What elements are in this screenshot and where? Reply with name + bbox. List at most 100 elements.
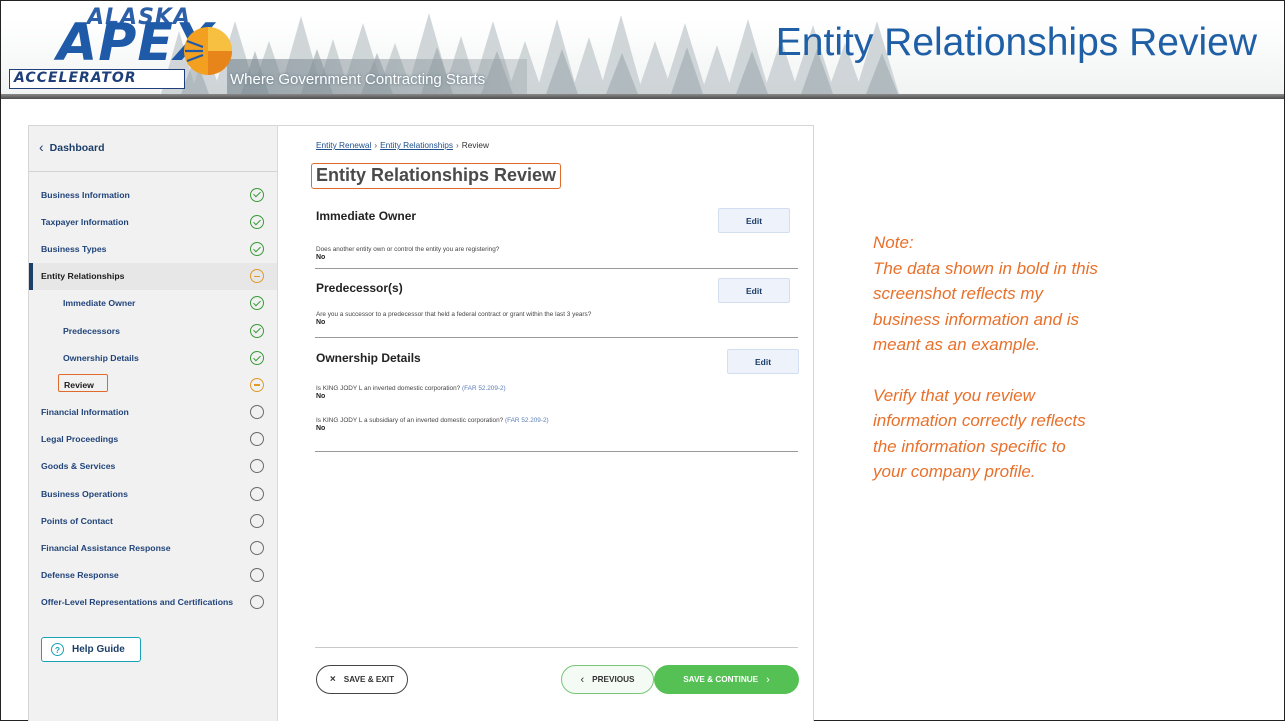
close-icon: × — [329, 674, 336, 685]
complete-check-icon — [250, 187, 264, 202]
breadcrumb: Entity Renewal › Entity Relationships › Revi… — [316, 140, 489, 150]
chevron-left-icon: ‹ — [39, 139, 44, 155]
edit-ownership-details-button[interactable]: Edit — [727, 349, 799, 374]
not-started-circle-icon — [250, 405, 264, 420]
section-heading-ownership-details: Ownership Details — [316, 351, 421, 365]
note-line: meant as an example. — [873, 335, 1041, 354]
section-heading-immediate-owner: Immediate Owner — [316, 209, 417, 223]
note-line: the information specific to — [873, 436, 1066, 456]
help-guide-button[interactable]: ? Help Guide — [41, 637, 141, 662]
sidebar-item-label: Business Types — [41, 243, 107, 254]
sidebar-item-business-types[interactable]: Business Types — [29, 235, 277, 262]
chevron-right-icon: › — [766, 673, 770, 686]
sidebar-item-label: Review — [64, 379, 94, 390]
edit-predecessors-button[interactable]: Edit — [718, 278, 790, 303]
section-divider — [315, 268, 798, 269]
question-text: Does another entity own or control the e… — [316, 246, 500, 253]
not-started-circle-icon — [250, 432, 264, 447]
answer-value: No — [316, 393, 326, 400]
breadcrumb-entity-relationships[interactable]: Entity Relationships — [380, 140, 453, 150]
note-spacer — [873, 358, 1253, 383]
note-line: Note: — [873, 233, 914, 252]
sidebar-item-financial-information[interactable]: Financial Information — [29, 399, 277, 426]
note-line: Verify that you review — [873, 385, 1035, 405]
save-exit-button[interactable]: × SAVE & EXIT — [316, 665, 408, 694]
sidebar-item-business-operations[interactable]: Business Operations — [29, 480, 277, 507]
complete-check-icon — [250, 214, 264, 229]
sidebar-item-points-of-contact[interactable]: Points of Contact — [29, 507, 277, 534]
slide: ALASKA APEX ACCELERATOR Where Government… — [0, 0, 1285, 721]
note-line: your company profile. — [873, 462, 1036, 481]
question-label: Is KING JODY L an inverted domestic corp… — [316, 385, 461, 392]
far-reference-link[interactable]: (FAR 52.209-2) — [505, 417, 549, 424]
edit-immediate-owner-button[interactable]: Edit — [718, 208, 790, 233]
not-started-circle-icon — [250, 595, 264, 610]
help-guide-label: Help Guide — [72, 644, 125, 655]
sidebar-item-label: Offer-Level Representations and Certific… — [41, 597, 234, 608]
in-progress-icon — [250, 377, 264, 392]
sidebar-subitem-predecessors[interactable]: Predecessors — [29, 317, 277, 344]
section-divider — [315, 337, 798, 338]
section-heading-predecessors: Predecessor(s) — [316, 281, 403, 295]
sidebar-item-label: Defense Response — [41, 570, 119, 581]
sidebar-item-entity-relationships[interactable]: Entity Relationships — [29, 262, 277, 290]
sam-registration-screenshot: ‹ Dashboard Business Information Taxpayer… — [28, 125, 814, 721]
far-reference-link[interactable]: (FAR 52.209-2) — [462, 385, 506, 392]
sidebar-item-offer-level-reps-certs[interactable]: Offer-Level Representations and Certific… — [29, 589, 277, 616]
note-line: screenshot reflects my — [873, 284, 1044, 303]
not-started-circle-icon — [250, 459, 264, 474]
chevron-left-icon: ‹ — [580, 673, 585, 686]
dashboard-label: Dashboard — [49, 142, 105, 154]
logo-accelerator-text: ACCELERATOR — [9, 69, 185, 89]
sidebar: ‹ Dashboard Business Information Taxpayer… — [29, 126, 278, 721]
not-started-circle-icon — [250, 541, 264, 556]
question-circle-icon: ? — [51, 643, 64, 656]
sidebar-subitem-ownership-details[interactable]: Ownership Details — [29, 344, 277, 371]
sidebar-nav: Business Information Taxpayer Informatio… — [29, 181, 277, 616]
question-text: Are you a successor to a predecessor tha… — [316, 311, 592, 318]
breadcrumb-entity-renewal[interactable]: Entity Renewal — [316, 140, 371, 150]
save-exit-label: SAVE & EXIT — [343, 675, 395, 684]
complete-check-icon — [250, 241, 264, 256]
sidebar-subitem-immediate-owner[interactable]: Immediate Owner — [29, 290, 277, 317]
note-line: business information and is — [873, 309, 1080, 329]
sidebar-item-label: Predecessors — [63, 325, 120, 336]
sidebar-item-label: Immediate Owner — [63, 298, 136, 309]
sidebar-item-label: Ownership Details — [63, 352, 139, 363]
sidebar-subitem-review[interactable]: Review — [29, 371, 277, 398]
previous-label: PREVIOUS — [592, 675, 635, 684]
not-started-circle-icon — [250, 513, 264, 528]
sidebar-item-label: Legal Proceedings — [41, 434, 119, 445]
main-panel: Entity Renewal › Entity Relationships › Revi… — [311, 126, 799, 721]
sidebar-item-label: Taxpayer Information — [41, 216, 129, 227]
not-started-circle-icon — [250, 568, 264, 583]
not-started-circle-icon — [250, 486, 264, 501]
sidebar-item-goods-services[interactable]: Goods & Services — [29, 453, 277, 480]
answer-value: No — [316, 425, 326, 432]
previous-button[interactable]: ‹ PREVIOUS — [561, 665, 654, 694]
complete-check-icon — [250, 296, 264, 311]
sidebar-item-legal-proceedings[interactable]: Legal Proceedings — [29, 426, 277, 453]
section-divider — [315, 451, 798, 452]
answer-value: No — [316, 319, 326, 326]
note-line: The data shown in bold in this — [873, 258, 1098, 278]
answer-value: No — [316, 254, 326, 261]
sidebar-item-label: Points of Contact — [41, 515, 113, 526]
sidebar-item-label: Financial Information — [41, 407, 129, 418]
save-continue-button[interactable]: SAVE & CONTINUE › — [654, 665, 799, 694]
page-title: Entity Relationships Review — [311, 163, 562, 189]
breadcrumb-separator: › — [374, 140, 378, 150]
question-label: Is KING JODY L a subsidiary of an invert… — [316, 417, 504, 424]
sidebar-item-label: Business Operations — [41, 488, 128, 499]
sidebar-item-label: Entity Relationships — [41, 271, 125, 282]
breadcrumb-current: Review — [461, 140, 489, 150]
header-banner: ALASKA APEX ACCELERATOR Where Government… — [1, 1, 1284, 94]
sidebar-item-financial-assistance-response[interactable]: Financial Assistance Response — [29, 534, 277, 561]
sidebar-item-business-information[interactable]: Business Information — [29, 181, 277, 208]
question-text: Is KING JODY L an inverted domestic corp… — [316, 385, 506, 392]
sidebar-item-taxpayer-information[interactable]: Taxpayer Information — [29, 208, 277, 235]
dashboard-link[interactable]: ‹ Dashboard — [39, 139, 105, 155]
slide-title: Entity Relationships Review — [775, 21, 1257, 64]
sidebar-item-label: Goods & Services — [41, 461, 116, 472]
sidebar-item-defense-response[interactable]: Defense Response — [29, 562, 277, 589]
